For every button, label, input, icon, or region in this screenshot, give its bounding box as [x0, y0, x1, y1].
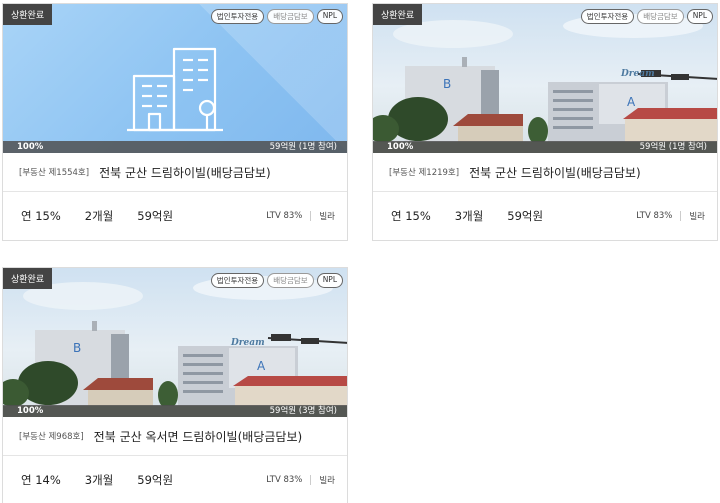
building-b-label: B — [73, 341, 81, 355]
meta-separator — [310, 475, 312, 485]
amount-status: 59억원 (1명 참여) — [269, 142, 337, 152]
meta-separator — [680, 211, 682, 221]
building-a-label: A — [257, 359, 266, 373]
progress-percent: 100% — [17, 142, 44, 152]
progress-percent: 100% — [387, 142, 414, 152]
amount: 59억원 — [137, 473, 174, 487]
product-card[interactable]: Dream B A 상환완료 법인투자전용 배당금담보 NPL 100% 59억… — [2, 267, 348, 503]
dream-sign: Dream — [230, 338, 265, 348]
building-a-label: A — [627, 95, 636, 109]
apartment-photo: Dream B A — [3, 268, 347, 417]
status-badge: 상환완료 — [3, 268, 53, 289]
tag-corporate: 법인투자전용 — [210, 9, 265, 24]
product-thumbnail[interactable]: Dream B A 상환완료 법인투자전용 배당금담보 NPL 100% 59억… — [3, 268, 347, 417]
interest-rate: 연 14% — [21, 473, 61, 487]
product-grid: 상환완료 법인투자전용 배당금담보 NPL 100% 59억원 (1명 참여) … — [0, 0, 720, 503]
apartment-scene: Dream B A — [373, 14, 717, 153]
title-row[interactable]: [부동산 제1554호] 전북 군산 드림하이빌(배당금담보) — [3, 153, 347, 191]
product-thumbnail[interactable]: Dream B A 상환완료 법인투자전용 배당금담보 NPL 100% 59억… — [373, 4, 717, 153]
tag-list: 법인투자전용 배당금담보 NPL — [580, 9, 713, 24]
meta: LTV 83% 빌라 — [636, 192, 705, 240]
product-number: [부동산 제1219호] — [389, 168, 460, 178]
dream-sign: Dream — [620, 69, 655, 79]
building-icon — [127, 47, 223, 132]
product-thumbnail[interactable]: 상환완료 법인투자전용 배당금담보 NPL 100% 59억원 (1명 참여) — [3, 4, 347, 153]
apartment-photo: Dream B A — [373, 4, 717, 153]
status-badge: 상환완료 — [373, 4, 423, 25]
product-card[interactable]: Dream B A 상환완료 법인투자전용 배당금담보 NPL 100% 59억… — [372, 3, 718, 241]
meta-separator — [310, 211, 312, 221]
period: 3개월 — [454, 209, 484, 223]
ltv: LTV 83% — [636, 211, 673, 221]
building-b-label: B — [443, 77, 451, 91]
product-title[interactable]: 전북 군산 드림하이빌(배당금담보) — [469, 164, 641, 181]
amount-status: 59억원 (3명 참여) — [269, 406, 337, 416]
funding-progress-bar: 100% 59억원 (3명 참여) — [3, 405, 347, 417]
product-title[interactable]: 전북 군산 드림하이빌(배당금담보) — [99, 164, 271, 181]
product-number: [부동산 제1554호] — [19, 168, 90, 178]
amount: 59억원 — [507, 209, 544, 223]
funding-progress-bar: 100% 59억원 (1명 참여) — [373, 141, 717, 153]
building-illustration — [3, 4, 347, 153]
interest-rate: 연 15% — [391, 209, 431, 223]
product-number: [부동산 제968호] — [19, 432, 84, 442]
tag-list: 법인투자전용 배당금담보 NPL — [210, 9, 343, 24]
info-row: 연 15% 3개월 59억원 LTV 83% 빌라 — [373, 192, 717, 240]
tag-npl: NPL — [686, 9, 713, 24]
property-type: 빌라 — [319, 476, 335, 486]
period: 2개월 — [84, 209, 114, 223]
tag-dividend: 배당금담보 — [637, 9, 684, 24]
product-title[interactable]: 전북 군산 옥서면 드림하이빌(배당금담보) — [94, 428, 303, 445]
product-card[interactable]: 상환완료 법인투자전용 배당금담보 NPL 100% 59억원 (1명 참여) … — [2, 3, 348, 241]
ltv: LTV 83% — [266, 211, 303, 221]
tag-dividend: 배당금담보 — [267, 9, 314, 24]
apartment-scene: Dream B A — [3, 276, 347, 417]
tag-list: 법인투자전용 배당금담보 NPL — [210, 273, 343, 288]
info-row: 연 15% 2개월 59억원 LTV 83% 빌라 — [3, 192, 347, 240]
title-row[interactable]: [부동산 제968호] 전북 군산 옥서면 드림하이빌(배당금담보) — [3, 417, 347, 455]
interest-rate: 연 15% — [21, 209, 61, 223]
tag-npl: NPL — [316, 9, 343, 24]
amount-status: 59억원 (1명 참여) — [639, 142, 707, 152]
tag-corporate: 법인투자전용 — [580, 9, 635, 24]
tag-dividend: 배당금담보 — [267, 273, 314, 288]
meta: LTV 83% 빌라 — [266, 192, 335, 240]
property-type: 빌라 — [319, 212, 335, 222]
info-row: 연 14% 3개월 59억원 LTV 83% 빌라 — [3, 456, 347, 503]
property-type: 빌라 — [689, 212, 705, 222]
title-row[interactable]: [부동산 제1219호] 전북 군산 드림하이빌(배당금담보) — [373, 153, 717, 191]
funding-progress-bar: 100% 59억원 (1명 참여) — [3, 141, 347, 153]
tag-corporate: 법인투자전용 — [210, 273, 265, 288]
meta: LTV 83% 빌라 — [266, 456, 335, 503]
status-badge: 상환완료 — [3, 4, 53, 25]
amount: 59억원 — [137, 209, 174, 223]
tag-npl: NPL — [316, 273, 343, 288]
period: 3개월 — [84, 473, 114, 487]
progress-percent: 100% — [17, 406, 44, 416]
ltv: LTV 83% — [266, 475, 303, 485]
